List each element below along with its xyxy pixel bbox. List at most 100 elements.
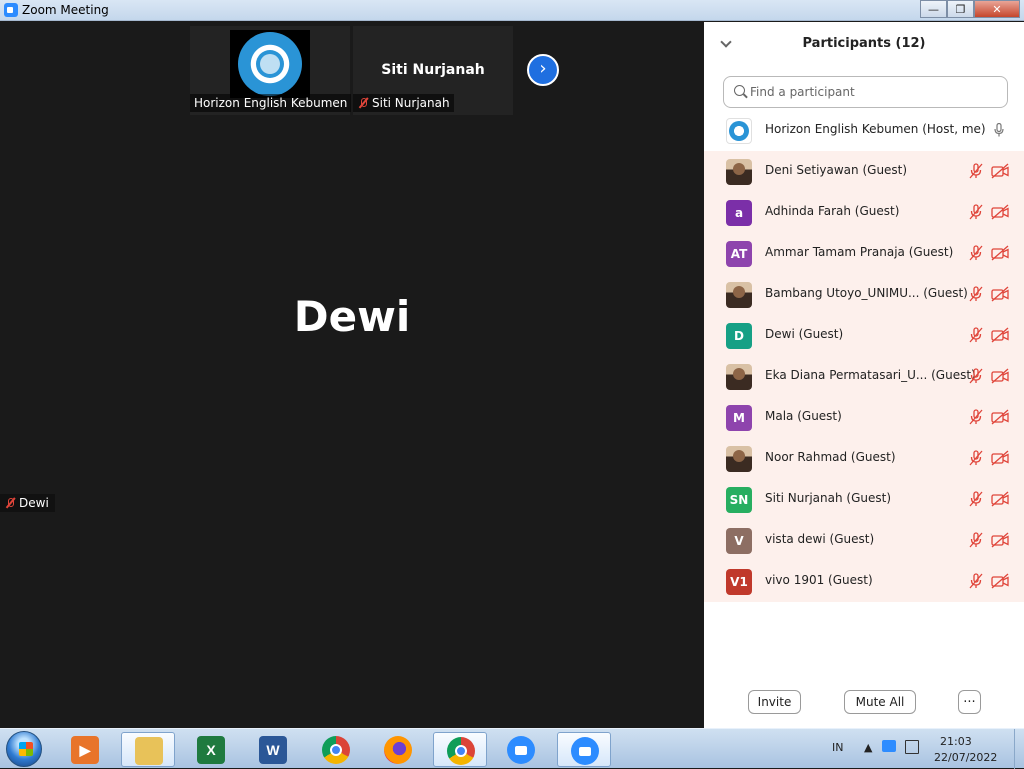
video-off-icon[interactable] xyxy=(991,573,1009,589)
participant-name: Adhinda Farah (Guest) xyxy=(765,204,900,218)
avatar: V xyxy=(726,528,752,554)
mic-muted-icon[interactable] xyxy=(968,573,984,589)
participant-row[interactable]: SN Siti Nurjanah (Guest) xyxy=(704,479,1024,520)
avatar: D xyxy=(726,323,752,349)
participant-search[interactable] xyxy=(723,76,1008,108)
taskbar-app-chrome[interactable] xyxy=(309,732,363,767)
zoom-2-icon xyxy=(571,737,599,765)
thumbnail-name-label: Horizon English Kebumen xyxy=(190,94,352,112)
mic-muted-icon[interactable] xyxy=(968,204,984,220)
start-button[interactable] xyxy=(6,731,42,767)
video-off-icon[interactable] xyxy=(991,532,1009,548)
video-off-icon[interactable] xyxy=(991,245,1009,261)
participants-panel: Participants (12) Horizon English Kebume… xyxy=(704,22,1024,728)
mic-muted-icon xyxy=(4,497,16,509)
panel-header: Participants (12) xyxy=(704,22,1024,66)
participant-row[interactable]: Noor Rahmad (Guest) xyxy=(704,438,1024,479)
thumbnail-name-label: Siti Nurjanah xyxy=(353,94,454,112)
thumbnail-name-text: Siti Nurjanah xyxy=(372,96,450,110)
taskbar-app-file-explorer[interactable] xyxy=(121,732,175,767)
more-options-button[interactable]: ... xyxy=(958,690,981,714)
show-desktop-button[interactable] xyxy=(1014,729,1024,769)
mic-muted-icon xyxy=(357,97,369,109)
search-input[interactable] xyxy=(750,83,1000,101)
video-off-icon[interactable] xyxy=(991,409,1009,425)
mic-muted-icon[interactable] xyxy=(968,450,984,466)
participant-name: Deni Setiyawan (Guest) xyxy=(765,163,908,177)
taskbar: ▶ X W IN ▲ 21:03 22/07/2022 xyxy=(0,728,1024,769)
avatar: a xyxy=(726,200,752,226)
invite-button[interactable]: Invite xyxy=(748,690,801,714)
participant-row[interactable]: Bambang Utoyo_UNIMU... (Guest) xyxy=(704,274,1024,315)
avatar: M xyxy=(726,405,752,431)
clock-time[interactable]: 21:03 xyxy=(940,735,972,748)
file-explorer-icon xyxy=(135,737,163,765)
title-bar: Zoom Meeting — ❐ ✕ xyxy=(0,0,1024,21)
word-icon: W xyxy=(259,736,287,764)
zoom-app-icon xyxy=(4,3,18,17)
participant-name: Bambang Utoyo_UNIMU... (Guest) xyxy=(765,286,968,300)
globe-icon xyxy=(238,32,302,96)
taskbar-app-excel[interactable]: X xyxy=(184,732,238,767)
mic-muted-icon[interactable] xyxy=(968,245,984,261)
participant-row-host[interactable]: Horizon English Kebumen (Host, me) xyxy=(704,110,1024,151)
network-icon[interactable] xyxy=(905,740,919,754)
active-speaker-label: Dewi xyxy=(0,494,55,512)
video-off-icon[interactable] xyxy=(991,491,1009,507)
horizon-logo xyxy=(230,30,310,98)
video-off-icon[interactable] xyxy=(991,286,1009,302)
video-thumbnail-host[interactable]: Horizon English Kebumen xyxy=(190,26,352,115)
avatar xyxy=(726,282,752,308)
video-thumbnail-siti[interactable]: Siti Nurjanah Siti Nurjanah xyxy=(353,26,513,115)
close-button[interactable]: ✕ xyxy=(974,0,1020,18)
participant-row[interactable]: Vvista dewi (Guest) xyxy=(704,520,1024,561)
video-off-icon[interactable] xyxy=(991,163,1009,179)
taskbar-app-firefox[interactable] xyxy=(371,732,425,767)
mic-muted-icon[interactable] xyxy=(968,286,984,302)
windows-logo-icon xyxy=(19,742,33,756)
show-hidden-icons-icon[interactable]: ▲ xyxy=(864,741,872,754)
microphone-icon[interactable] xyxy=(994,123,1004,137)
taskbar-app-chrome-2[interactable] xyxy=(433,732,487,767)
video-off-icon[interactable] xyxy=(991,327,1009,343)
avatar xyxy=(726,364,752,390)
taskbar-app-media-player[interactable]: ▶ xyxy=(58,732,112,767)
zoom-icon xyxy=(507,736,535,764)
next-page-button[interactable]: › xyxy=(527,54,559,86)
language-indicator[interactable]: IN xyxy=(832,741,843,754)
excel-icon: X xyxy=(197,736,225,764)
participant-name: Ammar Tamam Pranaja (Guest) xyxy=(765,245,954,259)
mic-muted-icon[interactable] xyxy=(968,163,984,179)
active-speaker-name: Dewi xyxy=(293,292,411,341)
participant-row[interactable]: AT Ammar Tamam Pranaja (Guest) xyxy=(704,233,1024,274)
mic-muted-icon[interactable] xyxy=(968,327,984,343)
video-off-icon[interactable] xyxy=(991,204,1009,220)
mic-muted-icon[interactable] xyxy=(968,532,984,548)
mute-all-button[interactable]: Mute All xyxy=(844,690,916,714)
clock-date[interactable]: 22/07/2022 xyxy=(934,751,997,764)
video-off-icon[interactable] xyxy=(991,368,1009,384)
participant-row[interactable]: M Mala (Guest) xyxy=(704,397,1024,438)
taskbar-app-zoom-2[interactable] xyxy=(557,732,611,767)
avatar: AT xyxy=(726,241,752,267)
participant-row[interactable]: Eka Diana Permatasari_U... (Guest) xyxy=(704,356,1024,397)
participant-row[interactable]: V1 vivo 1901 (Guest) xyxy=(704,561,1024,602)
participant-name: Horizon English Kebumen (Host, me) xyxy=(765,122,986,136)
participant-row[interactable]: Deni Setiyawan (Guest) xyxy=(704,151,1024,192)
participant-row[interactable]: D Dewi (Guest) xyxy=(704,315,1024,356)
mic-muted-icon[interactable] xyxy=(968,491,984,507)
video-off-icon[interactable] xyxy=(991,450,1009,466)
chrome-icon xyxy=(322,736,350,764)
taskbar-app-zoom[interactable] xyxy=(494,732,548,767)
restore-button[interactable]: ❐ xyxy=(947,0,974,18)
mic-muted-icon[interactable] xyxy=(968,368,984,384)
taskbar-app-word[interactable]: W xyxy=(246,732,300,767)
participant-row[interactable]: a Adhinda Farah (Guest) xyxy=(704,192,1024,233)
minimize-button[interactable]: — xyxy=(920,0,947,18)
firefox-icon xyxy=(384,736,412,764)
mic-muted-icon[interactable] xyxy=(968,409,984,425)
chrome-2-icon xyxy=(447,737,475,765)
participant-name: Siti Nurjanah (Guest) xyxy=(765,491,891,505)
zoom-tray-icon[interactable] xyxy=(882,740,896,752)
participant-name: vivo 1901 (Guest) xyxy=(765,573,873,587)
